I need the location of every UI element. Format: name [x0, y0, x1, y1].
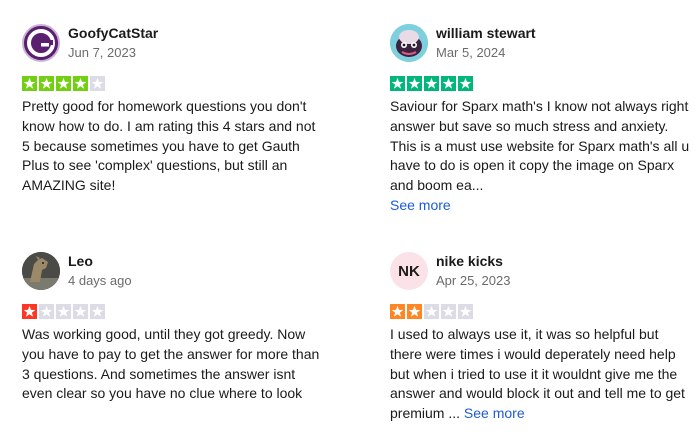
reviewer-name[interactable]: william stewart	[436, 24, 536, 42]
review-text: I used to always use it, it was so helpf…	[390, 325, 690, 424]
star-rating	[22, 76, 322, 91]
review-card: Leo 4 days ago Was working good, until t…	[22, 250, 322, 404]
review-header: Leo 4 days ago	[22, 250, 322, 292]
review-text: Was working good, until they got greedy.…	[22, 325, 322, 404]
star-icon	[458, 304, 473, 319]
see-more-link[interactable]: See more	[390, 196, 690, 216]
review-date: 4 days ago	[68, 273, 132, 288]
reviewer-meta: nike kicks Apr 25, 2023	[436, 252, 510, 290]
review-text: Saviour for Sparx math's I know not alwa…	[390, 97, 690, 216]
review-body: I used to always use it, it was so helpf…	[390, 326, 685, 422]
reviewer-name[interactable]: GoofyCatStar	[68, 24, 158, 42]
star-icon	[407, 76, 422, 91]
review-card: william stewart Mar 5, 2024 Saviour for …	[390, 22, 690, 216]
review-card: GoofyCatStar Jun 7, 2023 Pretty good for…	[22, 22, 322, 196]
review-text: Pretty good for homework questions you d…	[22, 97, 322, 196]
review-body: Saviour for Sparx math's I know not alwa…	[390, 98, 690, 194]
star-icon	[73, 76, 88, 91]
reviewer-name[interactable]: nike kicks	[436, 252, 510, 270]
review-date: Jun 7, 2023	[68, 45, 136, 60]
initials-avatar[interactable]: NK	[390, 252, 428, 290]
reviewer-meta: GoofyCatStar Jun 7, 2023	[68, 24, 158, 62]
star-icon	[22, 304, 37, 319]
goofycat-logo-icon[interactable]	[22, 24, 60, 62]
star-icon	[390, 304, 405, 319]
star-icon	[22, 76, 37, 91]
review-card: NK nike kicks Apr 25, 2023 I used to alw…	[390, 250, 690, 424]
cartoon-creature-avatar-icon[interactable]	[390, 24, 428, 62]
star-icon	[458, 76, 473, 91]
star-icon	[39, 76, 54, 91]
star-icon	[56, 304, 71, 319]
review-body: Was working good, until they got greedy.…	[22, 326, 320, 402]
star-icon	[424, 304, 439, 319]
review-header: GoofyCatStar Jun 7, 2023	[22, 22, 322, 64]
reviewer-meta: william stewart Mar 5, 2024	[436, 24, 536, 62]
star-rating	[390, 76, 690, 91]
reviewer-meta: Leo 4 days ago	[68, 252, 132, 290]
star-rating	[390, 304, 690, 319]
star-icon	[390, 76, 405, 91]
reviewer-name[interactable]: Leo	[68, 252, 132, 270]
star-icon	[39, 304, 54, 319]
star-icon	[441, 76, 456, 91]
horse-photo-avatar-icon[interactable]	[22, 252, 60, 290]
star-icon	[407, 304, 422, 319]
star-icon	[90, 76, 105, 91]
review-date: Mar 5, 2024	[436, 45, 506, 60]
star-icon	[441, 304, 456, 319]
star-rating	[22, 304, 322, 319]
review-body: Pretty good for homework questions you d…	[22, 98, 316, 194]
star-icon	[73, 304, 88, 319]
star-icon	[56, 76, 71, 91]
star-icon	[90, 304, 105, 319]
review-header: NK nike kicks Apr 25, 2023	[390, 250, 690, 292]
review-header: william stewart Mar 5, 2024	[390, 22, 690, 64]
star-icon	[424, 76, 439, 91]
review-date: Apr 25, 2023	[436, 273, 511, 288]
see-more-link[interactable]: See more	[464, 405, 525, 421]
